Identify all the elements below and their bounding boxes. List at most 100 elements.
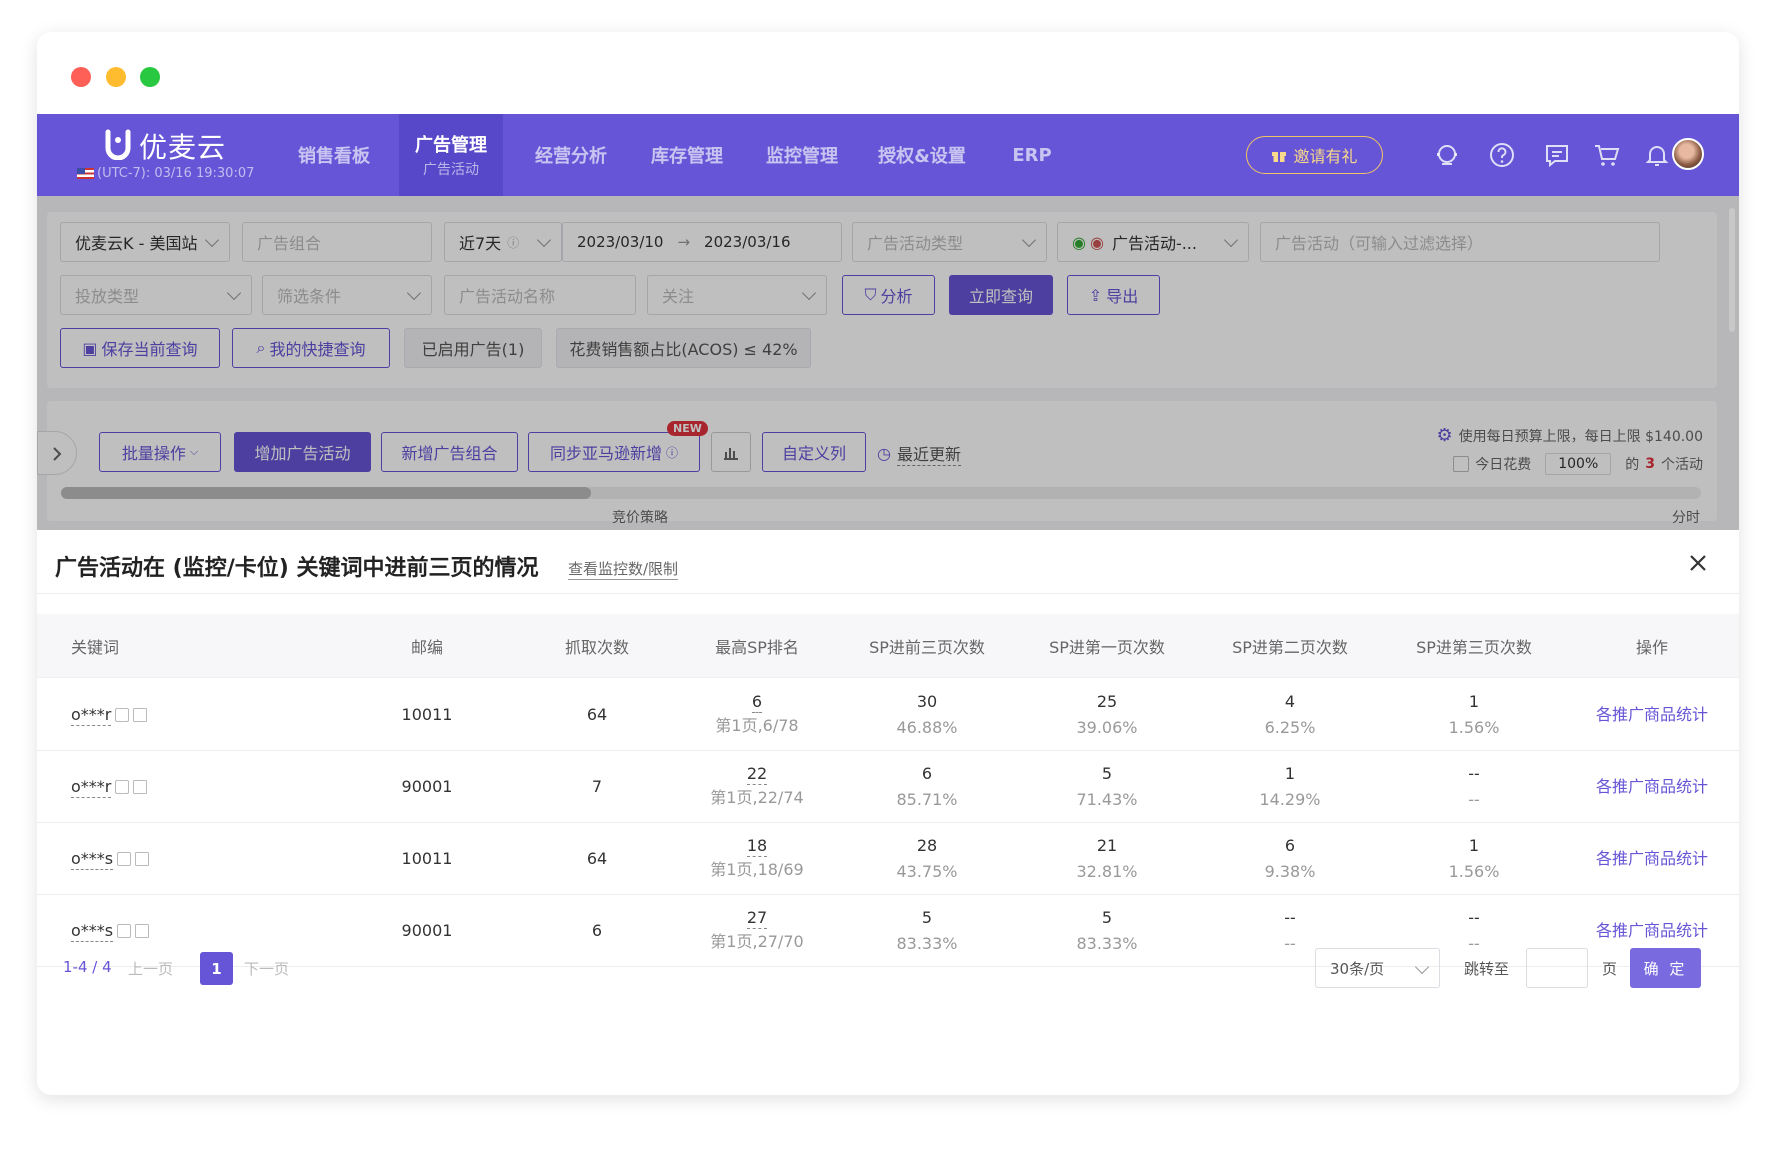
col-page3: SP进第三页次数 xyxy=(1416,638,1532,657)
zip-value: 10011 xyxy=(401,849,453,868)
view-monitor-limit-link[interactable]: 查看监控数/限制 xyxy=(568,558,679,580)
page-1-button[interactable]: 1 xyxy=(200,952,233,985)
p3_pct-value: -- xyxy=(1468,790,1480,809)
panel-title: 广告活动在 (监控/卡位) 关键词中进前三页的情况 xyxy=(55,556,539,581)
keyword-ranking-panel: 广告活动在 (监控/卡位) 关键词中进前三页的情况 查看监控数/限制 关键词 邮… xyxy=(37,530,1739,1095)
maximize-window-button[interactable] xyxy=(140,67,160,87)
col-zip: 邮编 xyxy=(410,638,443,657)
close-window-button[interactable] xyxy=(71,67,91,87)
top3-value: 6 xyxy=(921,764,933,783)
rank_detail-value: 第1页,6/78 xyxy=(715,715,799,735)
fetches-cell: 7 xyxy=(547,751,647,823)
external-link-icon[interactable] xyxy=(133,708,148,722)
rank-cell: 18 第1页,18/69 xyxy=(687,823,827,895)
col-keyword: 关键词 xyxy=(71,638,120,657)
p1-value: 5 xyxy=(1101,764,1113,783)
p3-value: 1 xyxy=(1468,836,1480,855)
rank-cell: 22 第1页,22/74 xyxy=(687,751,827,823)
next-page-button[interactable]: 下一页 xyxy=(244,958,289,979)
nav-sales-board[interactable]: 销售看板 xyxy=(275,114,393,196)
nav-auth-settings[interactable]: 授权&设置 xyxy=(859,114,985,196)
p2_pct-value: 14.29% xyxy=(1259,790,1321,809)
p1-cell: 5 71.43% xyxy=(1027,751,1187,823)
p3-cell: 1 1.56% xyxy=(1394,823,1554,895)
page-range: 1-4 / 4 xyxy=(63,958,112,976)
support-icon[interactable] xyxy=(1432,140,1462,170)
zip-cell: 90001 xyxy=(387,751,467,823)
p2-cell: 6 9.38% xyxy=(1210,823,1370,895)
table-row: o***s 10011 64 18 第1页,18/69 28 43.75% 21 32.81% 6… xyxy=(37,823,1739,895)
table-header: 关键词 邮编 抓取次数 最高SP排名 SP进前三页次数 SP进第一页次数 SP进… xyxy=(37,614,1739,678)
keyword-text[interactable]: o***s xyxy=(71,849,114,870)
rank-value[interactable]: 18 xyxy=(746,836,768,857)
nav-erp[interactable]: ERP xyxy=(992,114,1072,196)
user-avatar[interactable] xyxy=(1672,138,1704,170)
p2-value: 6 xyxy=(1284,836,1296,855)
nav-inventory[interactable]: 库存管理 xyxy=(627,114,747,196)
chevron-down-icon xyxy=(1414,959,1430,975)
keyword-cell: o***s xyxy=(71,823,150,895)
copy-icon[interactable] xyxy=(117,924,132,938)
keyword-cell: o***r xyxy=(71,679,148,751)
p2-cell: 1 14.29% xyxy=(1210,751,1370,823)
p1-value: 21 xyxy=(1096,836,1118,855)
cart-icon[interactable] xyxy=(1592,140,1622,170)
keyword-text[interactable]: o***s xyxy=(71,921,114,942)
external-link-icon[interactable] xyxy=(133,780,148,794)
p3-value: 1 xyxy=(1468,692,1480,711)
pagination: 1-4 / 4 上一页 1 下一页 30条/页 跳转至 页 确 定 xyxy=(37,940,1739,1000)
page-scrollbar[interactable] xyxy=(1729,208,1735,332)
p3-value: -- xyxy=(1468,908,1480,927)
jump-confirm-button[interactable]: 确 定 xyxy=(1630,948,1701,988)
logo-mark-icon xyxy=(105,129,131,160)
p1-cell: 25 39.06% xyxy=(1027,679,1187,751)
product-stats-link[interactable]: 各推广商品统计 xyxy=(1582,751,1722,823)
p2-value: -- xyxy=(1284,908,1296,927)
top3-cell: 6 85.71% xyxy=(847,751,1007,823)
p1_pct-value: 32.81% xyxy=(1076,862,1138,881)
prev-page-button[interactable]: 上一页 xyxy=(128,958,173,979)
p3-cell: 1 1.56% xyxy=(1394,679,1554,751)
p1-value: 25 xyxy=(1096,692,1118,711)
modal-overlay xyxy=(37,196,1739,532)
rank-value[interactable]: 27 xyxy=(746,908,768,929)
rank-value[interactable]: 6 xyxy=(751,692,763,713)
page-size-select[interactable]: 30条/页 xyxy=(1315,948,1440,988)
app-window: 优麦云 (UTC-7): 03/16 19:30:07 销售看板 广告管理 广告… xyxy=(37,32,1739,1095)
rank_detail-value: 第1页,22/74 xyxy=(710,787,804,807)
message-icon[interactable] xyxy=(1542,140,1572,170)
nav-business-analysis[interactable]: 经营分析 xyxy=(511,114,631,196)
nav-ad-management[interactable]: 广告管理 广告活动 xyxy=(399,114,503,196)
col-page2: SP进第二页次数 xyxy=(1232,638,1348,657)
table-row: o***r 90001 7 22 第1页,22/74 6 85.71% 5 71.43% 1 14.… xyxy=(37,751,1739,823)
bell-icon[interactable] xyxy=(1642,140,1672,170)
copy-icon[interactable] xyxy=(115,708,130,722)
keyword-text[interactable]: o***r xyxy=(71,777,112,798)
keyword-text[interactable]: o***r xyxy=(71,705,112,726)
col-action: 操作 xyxy=(1635,638,1668,657)
invite-button[interactable]: 邀请有礼 xyxy=(1246,136,1383,174)
product-stats-link[interactable]: 各推广商品统计 xyxy=(1582,679,1722,751)
rank-value[interactable]: 22 xyxy=(746,764,768,785)
p1_pct-value: 39.06% xyxy=(1076,718,1138,737)
col-page1: SP进第一页次数 xyxy=(1049,638,1165,657)
nav-monitoring[interactable]: 监控管理 xyxy=(742,114,862,196)
close-icon[interactable] xyxy=(1687,552,1709,574)
zip-cell: 10011 xyxy=(387,823,467,895)
external-link-icon[interactable] xyxy=(135,924,150,938)
top3-cell: 28 43.75% xyxy=(847,823,1007,895)
top-nav: 优麦云 (UTC-7): 03/16 19:30:07 销售看板 广告管理 广告… xyxy=(37,114,1739,196)
top3_pct-value: 43.75% xyxy=(896,862,958,881)
product-stats-link[interactable]: 各推广商品统计 xyxy=(1582,823,1722,895)
col-top-rank: 最高SP排名 xyxy=(715,638,799,657)
p1-cell: 21 32.81% xyxy=(1027,823,1187,895)
copy-icon[interactable] xyxy=(115,780,130,794)
help-icon[interactable] xyxy=(1487,140,1517,170)
p2-value: 1 xyxy=(1284,764,1296,783)
external-link-icon[interactable] xyxy=(135,852,150,866)
copy-icon[interactable] xyxy=(117,852,132,866)
p3_pct-value: 1.56% xyxy=(1448,718,1500,737)
minimize-window-button[interactable] xyxy=(106,67,126,87)
top3-value: 5 xyxy=(921,908,933,927)
jump-page-input[interactable] xyxy=(1526,948,1588,988)
